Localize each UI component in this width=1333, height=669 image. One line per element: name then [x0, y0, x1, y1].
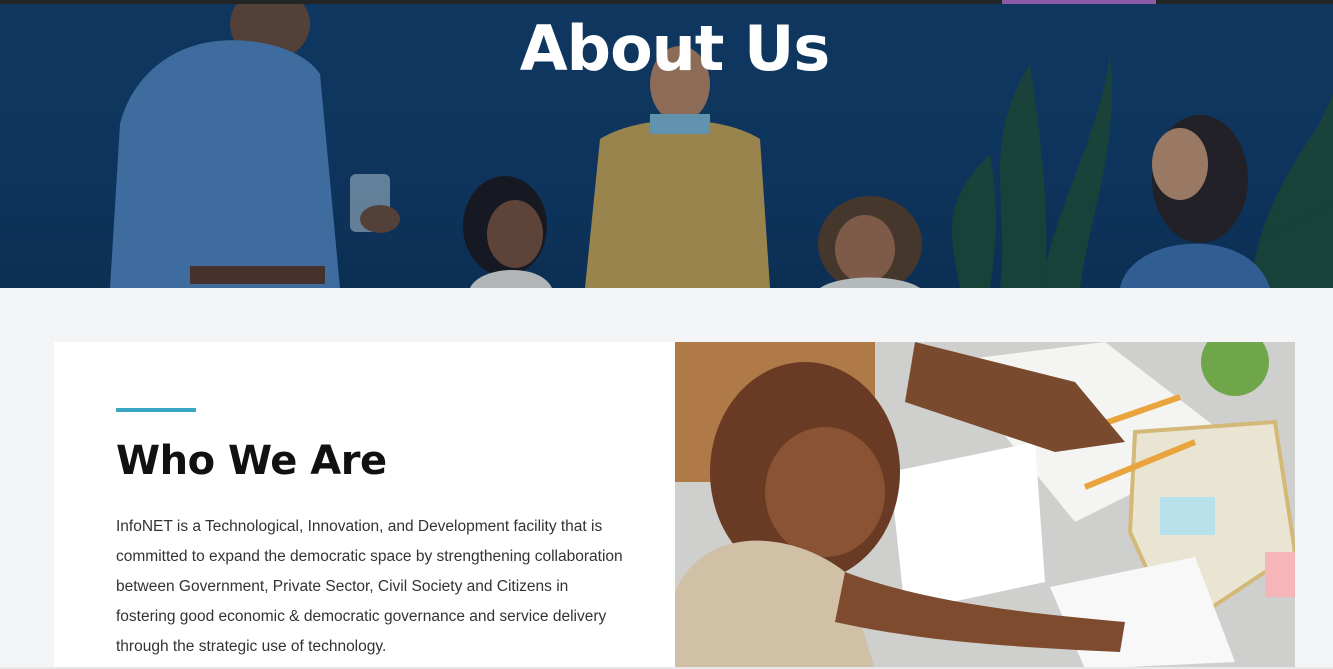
hero-banner: About Us: [0, 4, 1333, 288]
section-description: InfoNET is a Technological, Innovation, …: [116, 518, 623, 655]
who-we-are-card: Who We Are InfoNET is a Technological, I…: [54, 342, 675, 669]
heading-accent-line: [116, 408, 196, 412]
page-title: About Us: [519, 12, 831, 85]
team-working-photo: [675, 342, 1295, 669]
section-heading: Who We Are: [116, 438, 387, 484]
